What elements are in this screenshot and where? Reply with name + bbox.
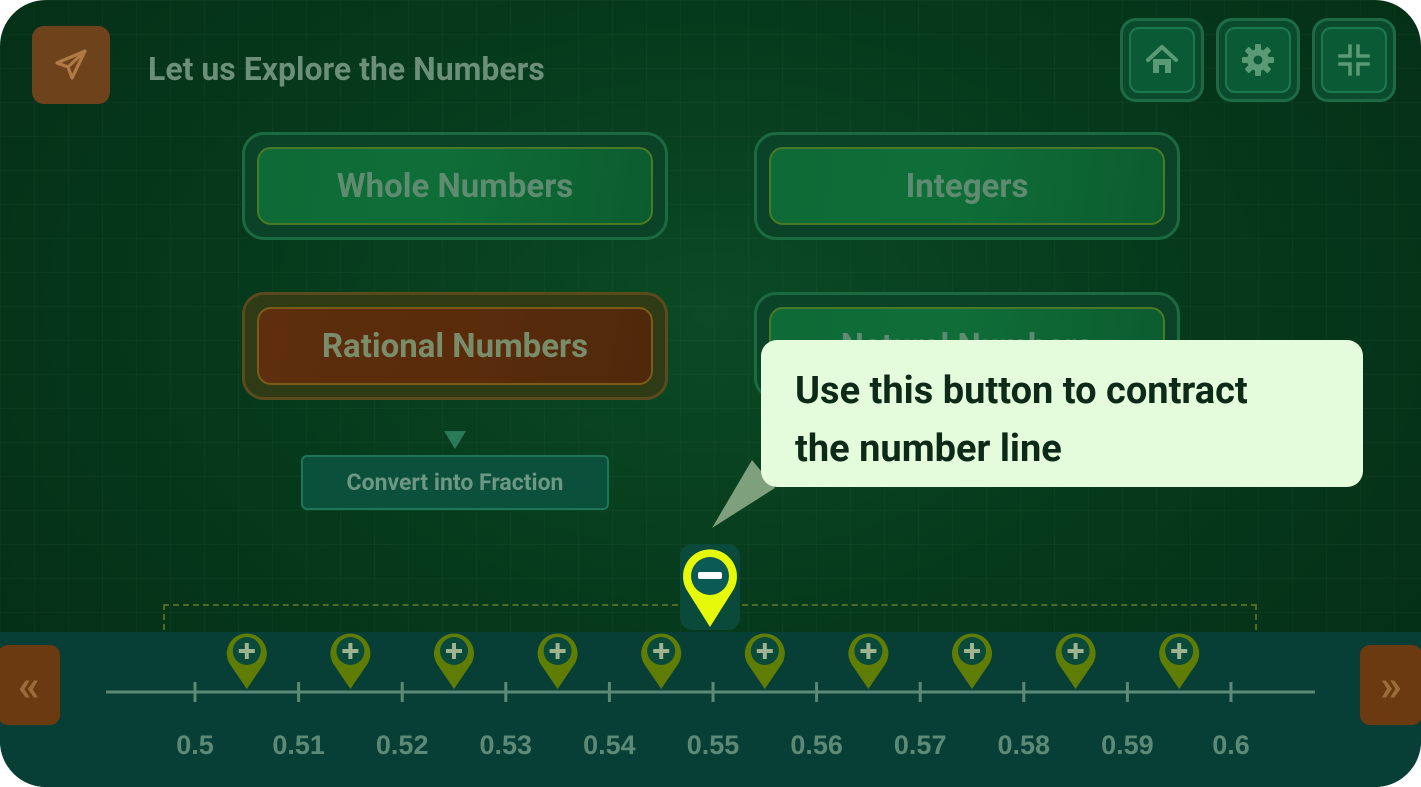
scroll-right-button[interactable]: » — [1360, 645, 1421, 725]
scroll-left-button[interactable]: « — [0, 645, 60, 725]
tick-label: 0.56 — [790, 730, 843, 760]
tick-label: 0.5 — [176, 730, 214, 760]
expand-pin-button[interactable] — [330, 633, 371, 689]
tick-label: 0.52 — [376, 730, 429, 760]
tooltip-line-1: Use this button to contract — [795, 369, 1248, 413]
tick-label: 0.59 — [1101, 730, 1154, 760]
expand-pin-button[interactable] — [434, 633, 474, 689]
tutorial-tooltip: Use this button to contract the number l… — [761, 340, 1363, 487]
app-frame: Let us Explore the Numbers Whole Numbers… — [0, 0, 1421, 787]
expand-pin-button[interactable] — [537, 633, 578, 689]
tick-label: 0.51 — [272, 730, 325, 760]
minus-icon — [698, 572, 722, 579]
expand-pin-button[interactable] — [744, 633, 785, 689]
tick-label: 0.57 — [894, 730, 947, 760]
contract-button[interactable] — [683, 549, 737, 627]
tick-label: 0.55 — [687, 730, 740, 760]
double-chevron-left-icon: « — [18, 659, 40, 711]
expand-pin-button[interactable] — [641, 633, 682, 689]
tick-label: 0.6 — [1212, 730, 1250, 760]
tick-label: 0.53 — [480, 730, 533, 760]
double-chevron-right-icon: » — [1380, 659, 1402, 711]
expand-pin-button[interactable] — [226, 633, 267, 689]
tick-label: 0.58 — [998, 730, 1051, 760]
expand-pin-button[interactable] — [952, 633, 993, 689]
expand-pin-button[interactable] — [1055, 633, 1096, 689]
tooltip-line-2: the number line — [795, 427, 1062, 471]
tick-label: 0.54 — [583, 730, 636, 760]
expand-pin-button[interactable] — [848, 633, 889, 689]
expand-pin-button[interactable] — [1159, 633, 1200, 689]
